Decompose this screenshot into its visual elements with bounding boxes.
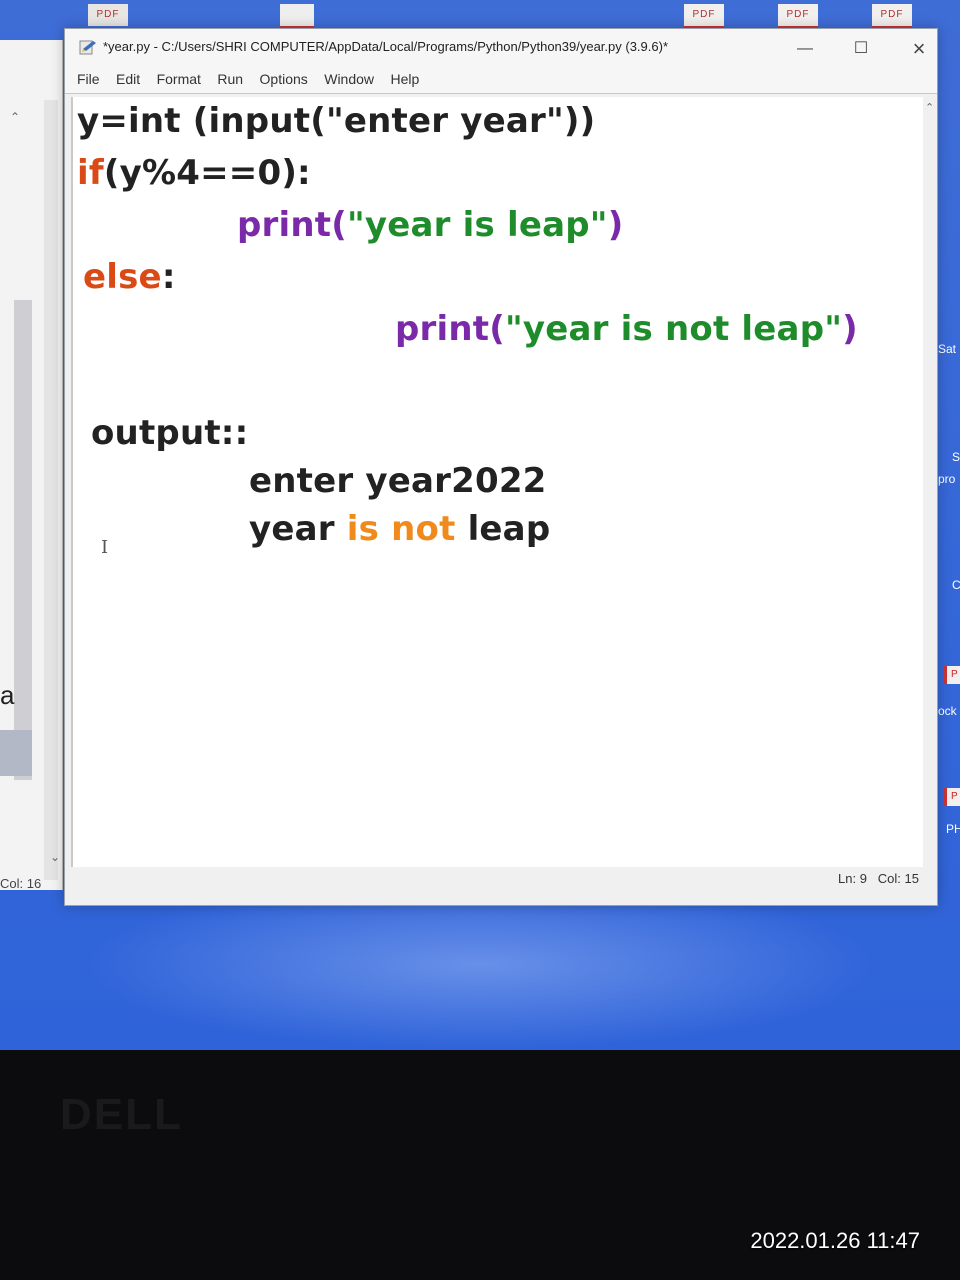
code-builtin: ) [842, 309, 858, 349]
text-cursor-icon: I [101, 537, 109, 558]
cursor-position: Ln: 9 Col: 15 [838, 871, 919, 886]
code-token: (y%4==0): [103, 153, 311, 193]
code-token: year [249, 509, 347, 549]
code-token: output:: [91, 413, 249, 453]
desktop-pdf-icon[interactable]: PDF [684, 4, 724, 29]
status-col: Col: 15 [877, 871, 919, 886]
monitor-logo: DELL [60, 1090, 183, 1139]
code-line: year is not leap [249, 509, 550, 549]
maximize-button[interactable]: ☐ [839, 35, 883, 63]
code-string: "year is leap" [346, 205, 608, 245]
editor-scrollbar[interactable]: ⌃ [923, 97, 937, 867]
code-token: : [161, 257, 176, 297]
code-line: enter year2022 [249, 461, 547, 501]
code-builtin: print( [237, 205, 347, 245]
desktop-pdf-icon[interactable]: PDF [872, 4, 912, 29]
code-editor[interactable]: y=int (input("enter year")) if(y%4==0): … [71, 97, 925, 867]
code-line: output:: [91, 413, 248, 453]
code-line: print("year is leap") [237, 205, 623, 245]
photo-timestamp: 2022.01.26 11:47 [750, 1228, 920, 1253]
background-text: a [0, 680, 15, 710]
code-line: else: [83, 257, 176, 297]
close-button[interactable]: × [897, 35, 941, 63]
code-string: "enter year" [325, 101, 564, 141]
title-bar[interactable]: *year.py - C:/Users/SHRI COMPUTER/AppDat… [65, 29, 937, 67]
chevron-up-icon[interactable]: ⌃ [925, 101, 934, 114]
desktop-pdf-badge[interactable]: P [944, 788, 960, 806]
desktop-label[interactable]: PH [946, 822, 960, 836]
desktop-label[interactable]: Sat [938, 342, 956, 356]
background-selection [0, 730, 32, 776]
code-keyword: else [83, 257, 162, 297]
background-scrollbar[interactable] [44, 100, 58, 880]
status-bar: Ln: 9 Col: 15 [65, 867, 937, 905]
code-line: y=int (input("enter year")) [77, 101, 595, 141]
desktop-app-icon[interactable] [280, 4, 314, 29]
menu-run[interactable]: Run [211, 67, 249, 87]
code-builtin: print( [395, 309, 505, 349]
code-token: )) [563, 101, 596, 141]
window-title: *year.py - C:/Users/SHRI COMPUTER/AppDat… [103, 39, 669, 54]
chevron-down-icon[interactable]: ⌄ [50, 850, 60, 864]
code-keyword: is not [346, 509, 456, 549]
menu-window[interactable]: Window [318, 67, 380, 87]
code-token: enter year2022 [249, 461, 547, 501]
status-line: Ln: 9 [838, 871, 867, 886]
desktop-pdf-icon[interactable]: PDF [778, 4, 818, 29]
code-token: y=int (input( [77, 101, 326, 141]
menu-edit[interactable]: Edit [110, 67, 146, 87]
code-token: leap [455, 509, 551, 549]
desktop-label[interactable]: S [952, 450, 960, 464]
minimize-button[interactable]: — [783, 35, 827, 63]
code-string: "year is not leap" [504, 309, 843, 349]
desktop-pdf-icon[interactable]: PDF [88, 4, 128, 26]
background-status-col: Col: 16 [0, 876, 42, 891]
code-line: print("year is not leap") [395, 309, 858, 349]
code-builtin: ) [607, 205, 624, 245]
menu-format[interactable]: Format [151, 67, 207, 87]
idle-editor-window[interactable]: *year.py - C:/Users/SHRI COMPUTER/AppDat… [64, 28, 938, 906]
menu-help[interactable]: Help [384, 67, 425, 87]
menu-bar: File Edit Format Run Options Window Help [65, 67, 937, 94]
background-window[interactable]: ⌃ ⌄ a Col: 16 [0, 40, 63, 891]
chevron-up-icon[interactable]: ⌃ [10, 110, 20, 124]
python-file-icon [79, 39, 97, 55]
desktop-screen: PDF PDF PDF PDF ⌃ ⌄ a Col: 16 Sat S pro … [0, 0, 960, 1050]
menu-options[interactable]: Options [254, 67, 314, 87]
code-line: if(y%4==0): [77, 153, 311, 193]
background-scroll-thumb[interactable] [14, 300, 32, 780]
menu-file[interactable]: File [71, 67, 106, 87]
desktop-label[interactable]: pro [938, 472, 955, 486]
code-keyword: if [77, 153, 104, 193]
desktop-pdf-badge[interactable]: P [944, 666, 960, 684]
desktop-label[interactable]: C [952, 578, 960, 592]
